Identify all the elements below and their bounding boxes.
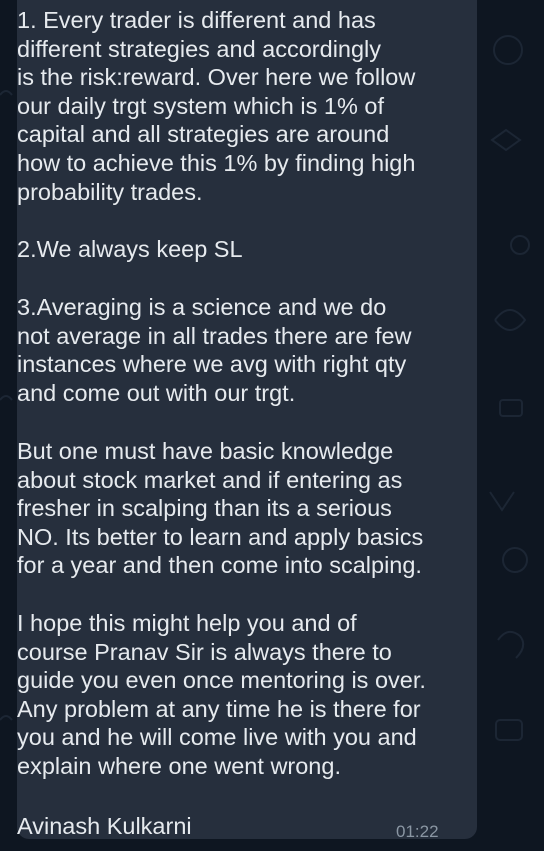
message-paragraph-5: I hope this might help you and of course… [17, 610, 426, 779]
message-timestamp: 01:22 [396, 822, 439, 841]
chat-background: 1. Every trader is different and has dif… [0, 0, 544, 851]
message-paragraph-2: 2.We always keep SL [17, 236, 243, 262]
message-paragraph-3: 3.Averaging is a science and we do not a… [17, 294, 412, 406]
message-paragraph-1: 1. Every trader is different and has dif… [17, 7, 416, 205]
message-paragraph-4: But one must have basic knowledge about … [17, 438, 424, 579]
message-signature: Avinash Kulkarni [17, 813, 192, 839]
